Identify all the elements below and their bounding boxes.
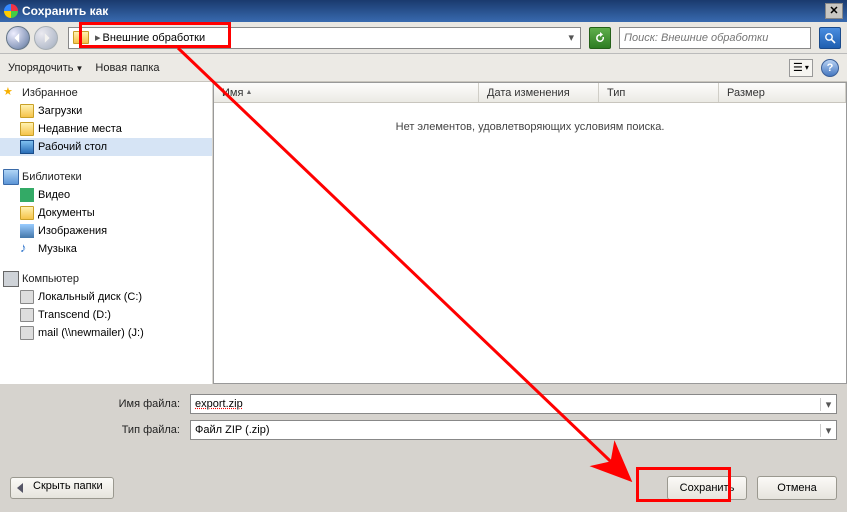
search-box[interactable] [619,27,811,49]
computer-icon [3,271,19,287]
sidebar-item-music[interactable]: ♪Музыка [0,240,212,258]
sidebar-item-video[interactable]: Видео [0,186,212,204]
column-headers: Имя▲ Дата изменения Тип Размер [214,83,846,103]
sidebar-item-downloads[interactable]: Загрузки [0,102,212,120]
filename-field[interactable]: ▾ [190,394,837,414]
sidebar-group-computer[interactable]: Компьютер [0,270,212,288]
search-input[interactable] [620,32,810,44]
sidebar-group-favorites[interactable]: ★Избранное [0,84,212,102]
toolbar: Упорядочить▼ Новая папка ☰▾ ? [0,54,847,82]
folder-icon [20,122,34,136]
sidebar-item-drive-c[interactable]: Локальный диск (C:) [0,288,212,306]
sidebar-item-recent[interactable]: Недавние места [0,120,212,138]
library-icon [3,169,19,185]
breadcrumb-path: Внешние обработки [103,32,206,44]
forward-button[interactable] [34,26,58,50]
filename-dropdown[interactable]: ▾ [820,398,836,411]
folder-icon [20,104,34,118]
desktop-icon [20,140,34,154]
picture-icon [20,224,34,238]
filename-input[interactable] [191,398,820,410]
new-folder-button[interactable]: Новая папка [95,62,159,74]
drive-icon [20,308,34,322]
file-list-area: Имя▲ Дата изменения Тип Размер Нет элеме… [213,82,847,384]
button-row: Скрыть папки Сохранить Отмена [10,476,837,500]
filetype-dropdown[interactable]: ▾ [820,424,836,437]
sidebar-item-desktop[interactable]: Рабочий стол [0,138,212,156]
organize-menu[interactable]: Упорядочить▼ [8,62,83,74]
titlebar: Сохранить как ✕ [0,0,847,22]
chevron-right-icon: ▸ [95,31,101,44]
nav-row: ▸ Внешние обработки ▾ [0,22,847,54]
folder-icon [73,31,89,44]
filename-label: Имя файла: [10,398,190,410]
music-icon: ♪ [20,242,34,256]
col-date[interactable]: Дата изменения [479,83,599,102]
sidebar-item-drive-d[interactable]: Transcend (D:) [0,306,212,324]
video-icon [20,188,34,202]
col-type[interactable]: Тип [599,83,719,102]
help-button[interactable]: ? [821,59,839,77]
star-icon: ★ [3,85,19,101]
refresh-button[interactable] [589,27,611,49]
close-button[interactable]: ✕ [825,3,843,19]
drive-icon [20,290,34,304]
sidebar-item-documents[interactable]: Документы [0,204,212,222]
network-drive-icon [20,326,34,340]
filetype-field[interactable]: ▾ [190,420,837,440]
sort-asc-icon: ▲ [245,89,252,96]
sidebar-item-network-drive[interactable]: mail (\\newmailer) (J:) [0,324,212,342]
window-title: Сохранить как [22,4,825,18]
col-name[interactable]: Имя▲ [214,83,479,102]
breadcrumb[interactable]: ▸ Внешние обработки ▾ [68,27,581,49]
view-options-button[interactable]: ☰▾ [789,59,813,77]
main-area: ★Избранное Загрузки Недавние места Рабоч… [0,82,847,384]
cancel-button[interactable]: Отмена [757,476,837,500]
sidebar-group-libraries[interactable]: Библиотеки [0,168,212,186]
search-button[interactable] [819,27,841,49]
empty-message: Нет элементов, удовлетворяющих условиям … [214,121,846,133]
back-button[interactable] [6,26,30,50]
form-area: Имя файла: ▾ Тип файла: ▾ [0,384,847,452]
save-button[interactable]: Сохранить [667,476,747,500]
app-icon [4,4,18,18]
filetype-input[interactable] [191,424,820,436]
chevron-down-icon[interactable]: ▾ [568,31,574,44]
col-size[interactable]: Размер [719,83,846,102]
sidebar: ★Избранное Загрузки Недавние места Рабоч… [0,82,213,384]
filetype-label: Тип файла: [10,424,190,436]
sidebar-item-pictures[interactable]: Изображения [0,222,212,240]
hide-folders-button[interactable]: Скрыть папки [10,477,114,499]
document-icon [20,206,34,220]
